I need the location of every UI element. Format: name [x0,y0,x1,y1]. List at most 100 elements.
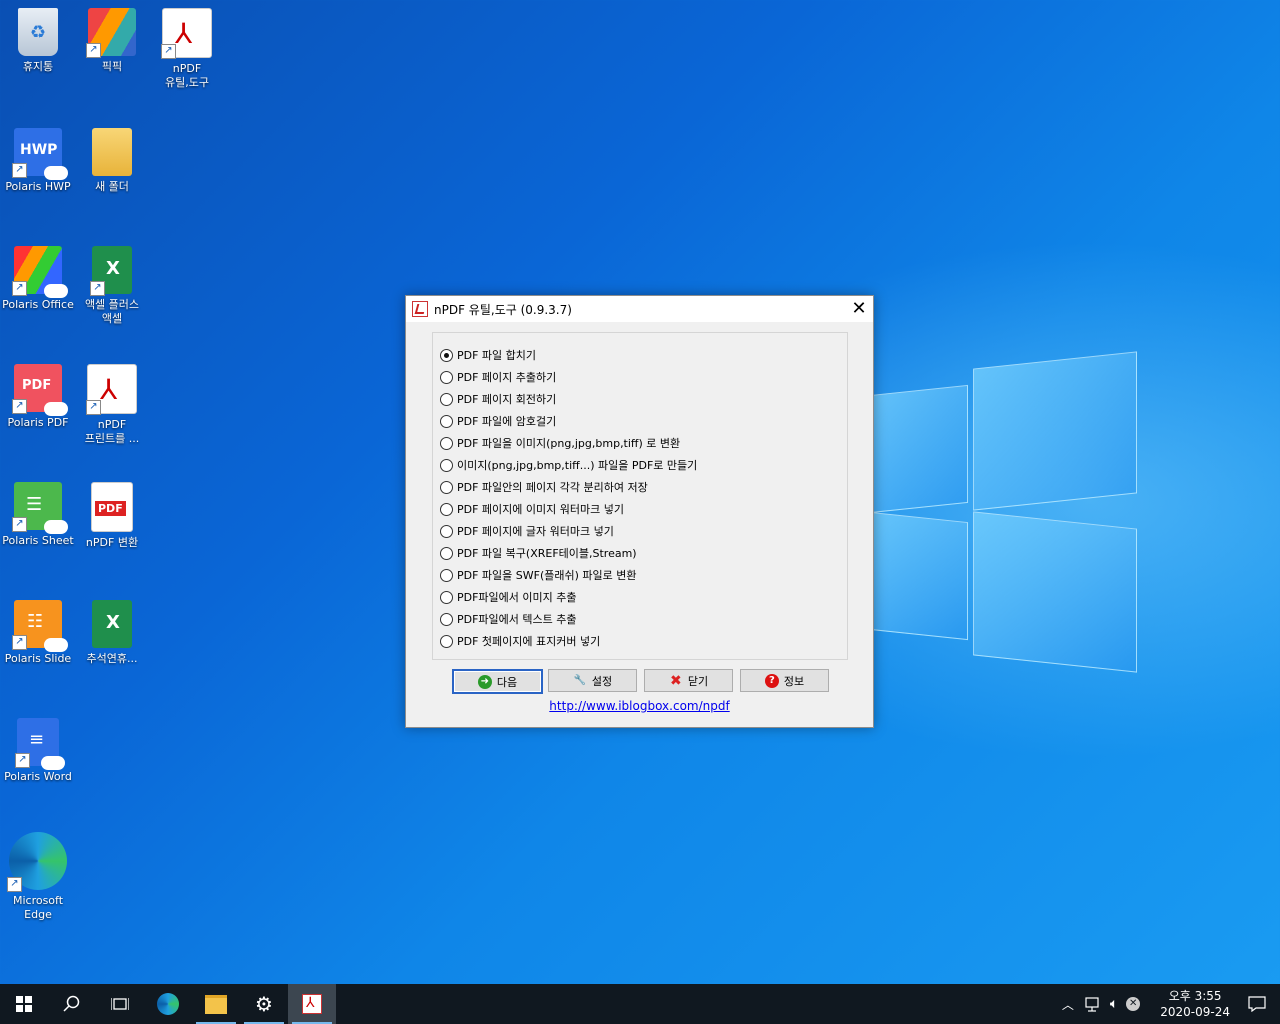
radio-button[interactable] [440,458,453,472]
npdf-printer-desktop-icon[interactable]: ⅄ ↗ nPDF 프린트를 ... [75,364,149,446]
radio-button[interactable] [440,414,453,428]
dialog-titlebar[interactable]: nPDF 유틸,도구 (0.9.3.7) ✕ [406,296,873,322]
npdf-util-dialog: nPDF 유틸,도구 (0.9.3.7) ✕ PDF 파일 합치기 PDF 페이지… [405,295,874,728]
npdf-util-desktop-icon[interactable]: ⅄ ↗ nPDF 유틸,도구 [150,8,224,90]
polaris-pdf-desktop-icon[interactable]: PDF ↗ Polaris PDF [1,364,75,430]
gear-icon: ⚙ [255,992,273,1016]
windows-start-icon [16,996,32,1012]
arrow-right-icon: ➜ [477,674,492,689]
search-icon [63,995,80,1012]
option-radio-row[interactable]: PDF 첫페이지에 표지커버 넣기 [440,633,600,649]
next-button-label: 다음 [496,675,518,689]
polaris-sheet-desktop-icon[interactable]: ☰ ↗ Polaris Sheet [1,482,75,548]
task-view-button[interactable] [96,984,144,1024]
help-icon: ? [764,673,779,688]
desktop-icon-label: Microsoft Edge [12,894,64,921]
taskbar-file-explorer[interactable] [192,984,240,1024]
option-radio-row[interactable]: PDF 파일 복구(XREF테이블,Stream) [440,545,637,561]
option-radio-row[interactable]: PDF 파일을 SWF(플래쉬) 파일로 변환 [440,567,637,583]
next-button[interactable]: ➜ 다음 [452,669,543,694]
npdf-app-icon [412,301,428,317]
taskbar-edge[interactable] [144,984,192,1024]
shortcut-arrow-icon: ↗ [7,877,22,892]
radio-button[interactable] [440,436,453,450]
npdf-convert-desktop-icon[interactable]: PDF nPDF 변환 [75,482,149,550]
option-label: PDF 페이지 추출하기 [457,371,557,384]
radio-button[interactable] [440,502,453,516]
clock-date: 2020-09-24 [1160,1005,1230,1019]
polaris-word-icon: ≡ ↗ [15,718,65,770]
shortcut-arrow-icon: ↗ [12,517,27,532]
polaris-slide-desktop-icon[interactable]: ☷ ↗ Polaris Slide [1,600,75,666]
close-button[interactable]: ✖ 닫기 [644,669,733,692]
option-radio-row[interactable]: PDF 페이지에 이미지 워터마크 넣기 [440,501,624,517]
desktop-icon-label: nPDF 프린트를 ... [84,418,140,445]
option-radio-row[interactable]: PDF파일에서 이미지 추출 [440,589,577,605]
option-label: PDF파일에서 텍스트 추출 [457,613,577,626]
option-radio-row[interactable]: PDF 페이지 회전하기 [440,391,556,407]
chuseok-excel-desktop-icon[interactable]: X 추석연휴... [75,600,149,666]
hwp-icon-text: HWP [20,142,58,158]
folder-icon [92,128,132,176]
microsoft-edge-desktop-icon[interactable]: ↗ Microsoft Edge [1,832,75,922]
picpick-desktop-icon[interactable]: ↗ 픽픽 [75,8,149,74]
polaris-office-desktop-icon[interactable]: ↗ Polaris Office [1,246,75,312]
option-label: PDF 파일에 암호걸기 [457,415,557,428]
option-radio-row[interactable]: PDF 파일을 이미지(png,jpg,bmp,tiff) 로 변환 [440,435,680,451]
option-radio-row[interactable]: PDF파일에서 텍스트 추출 [440,611,577,627]
option-radio-row[interactable]: PDF 파일안의 페이지 각각 분리하여 저장 [440,479,648,495]
system-tray: ︿ 🔈︎ ✕ 오후 3:55 2020-09-24 [1056,984,1280,1024]
desktop-icon-label: 휴지통 [22,60,54,73]
shortcut-arrow-icon: ↗ [86,400,101,415]
radio-button[interactable] [440,546,453,560]
taskbar-clock[interactable]: 오후 3:55 2020-09-24 [1160,988,1230,1020]
radio-button[interactable] [440,348,453,362]
cloud-icon [44,166,68,180]
option-radio-row[interactable]: PDF 페이지 추출하기 [440,369,556,385]
volume-icon[interactable]: 🔈︎ [1110,996,1118,1012]
radio-button[interactable] [440,524,453,538]
chevron-up-icon[interactable]: ︿ [1062,996,1074,1013]
wrench-icon: 🔧 [573,674,587,686]
desktop-icon-label: Polaris Office [2,298,74,311]
excel-plus-desktop-icon[interactable]: X ↗ 액셀 플러스 액셀 [75,246,149,326]
recycle-bin-desktop-icon[interactable]: ♻ 휴지통 [1,8,75,74]
polaris-hwp-desktop-icon[interactable]: HWP ↗ Polaris HWP [1,128,75,194]
option-label: PDF 파일을 이미지(png,jpg,bmp,tiff) 로 변환 [457,437,681,450]
taskbar-settings[interactable]: ⚙ [240,984,288,1024]
new-folder-desktop-icon[interactable]: 새 폴더 [75,128,149,194]
network-icon[interactable] [1084,996,1102,1012]
homepage-link[interactable]: http://www.iblogbox.com/npdf [406,699,873,713]
option-radio-row[interactable]: 이미지(png,jpg,bmp,tiff...) 파일을 PDF로 만들기 [440,457,697,473]
option-radio-row[interactable]: PDF 페이지에 글자 워터마크 넣기 [440,523,614,539]
close-x-icon: ✖ [670,672,682,689]
settings-button[interactable]: 🔧 설정 [548,669,637,692]
option-radio-row[interactable]: PDF 파일에 암호걸기 [440,413,556,429]
radio-button[interactable] [440,612,453,626]
start-button[interactable] [0,984,48,1024]
clock-time: 오후 3:55 [1168,989,1222,1003]
radio-button[interactable] [440,568,453,582]
shortcut-arrow-icon: ↗ [12,399,27,414]
option-radio-row[interactable]: PDF 파일 합치기 [440,347,536,363]
radio-button[interactable] [440,634,453,648]
radio-button[interactable] [440,392,453,406]
close-icon[interactable]: ✕ [845,296,873,322]
radio-button[interactable] [440,590,453,604]
option-label: PDF 파일을 SWF(플래쉬) 파일로 변환 [457,569,637,582]
desktop-icon-label: 픽픽 [101,60,123,73]
desktop-icon-label: 추석연휴... [86,652,138,665]
error-circle-icon[interactable]: ✕ [1126,997,1141,1011]
info-button-label: 정보 [783,674,805,688]
radio-button[interactable] [440,370,453,384]
info-button[interactable]: ? 정보 [740,669,829,692]
windows-logo-wallpaper [870,351,1137,673]
polaris-word-desktop-icon[interactable]: ≡ ↗ Polaris Word [1,718,75,784]
cloud-icon [41,756,65,770]
shortcut-arrow-icon: ↗ [12,281,27,296]
notification-icon[interactable] [1248,996,1266,1012]
taskbar-npdf[interactable]: ⅄ [288,984,336,1024]
polaris-sheet-icon: ☰ ↗ [12,482,68,534]
search-button[interactable] [48,984,96,1024]
radio-button[interactable] [440,480,453,494]
